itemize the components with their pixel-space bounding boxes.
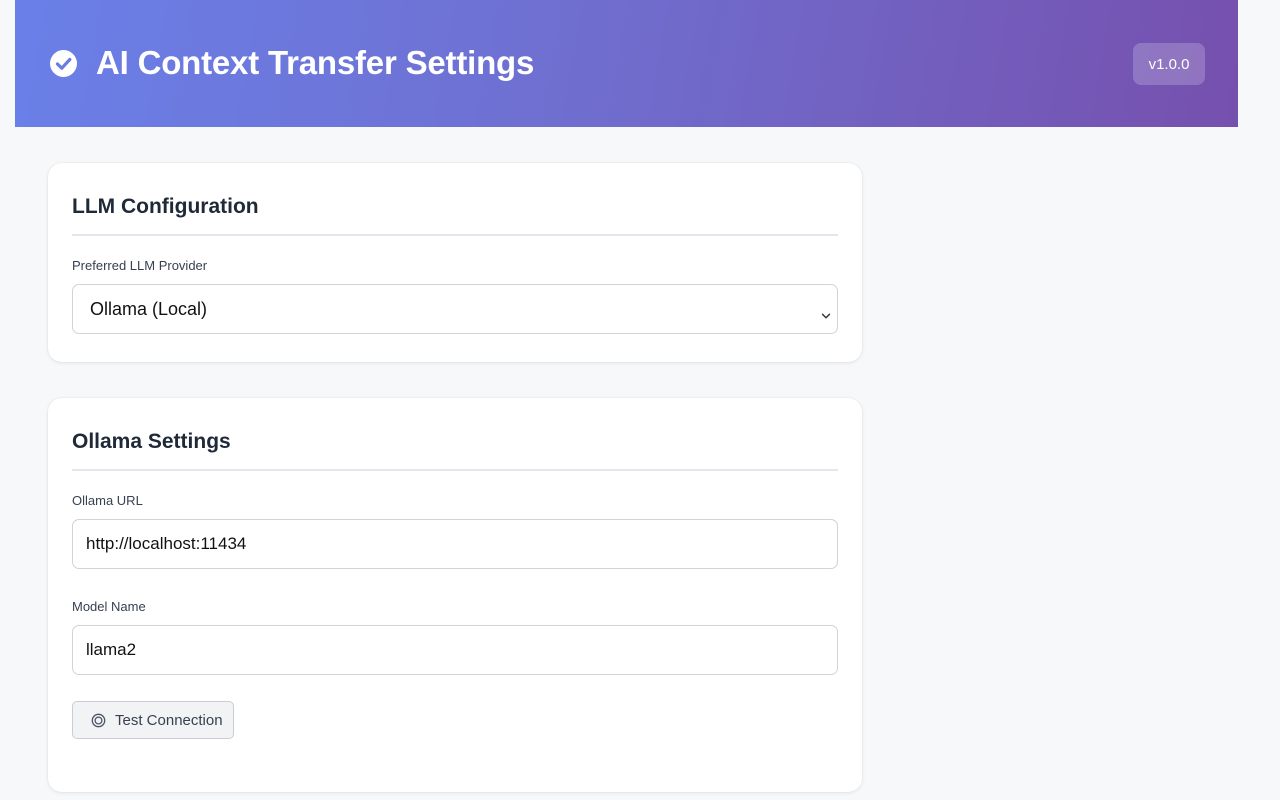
settings-page: AI Context Transfer Settings v1.0.0 LLM … (0, 0, 1280, 800)
provider-select[interactable]: Ollama (Local) (72, 284, 838, 334)
check-circle-icon (50, 50, 77, 77)
provider-select-value: Ollama (Local) (90, 298, 208, 319)
chevron-down-icon (821, 305, 831, 319)
ollama-url-label: Ollama URL (72, 493, 143, 508)
target-icon (91, 713, 106, 728)
provider-label: Preferred LLM Provider (72, 258, 208, 273)
ollama-url-input[interactable] (72, 519, 838, 569)
model-name-input[interactable] (72, 625, 838, 675)
section-divider (72, 469, 838, 471)
page-title: AI Context Transfer Settings (96, 44, 535, 81)
ollama-settings-card: Ollama Settings Ollama URL Model Name Te… (48, 398, 862, 792)
model-name-label: Model Name (72, 599, 146, 614)
page-header: AI Context Transfer Settings v1.0.0 (15, 0, 1238, 127)
test-connection-label: Test Connection (115, 711, 223, 729)
llm-configuration-card: LLM Configuration Preferred LLM Provider… (48, 163, 862, 362)
llm-configuration-title: LLM Configuration (72, 195, 259, 218)
ollama-settings-title: Ollama Settings (72, 430, 231, 453)
section-divider (72, 234, 838, 236)
test-connection-button[interactable]: Test Connection (72, 701, 234, 739)
version-badge: v1.0.0 (1133, 43, 1205, 85)
